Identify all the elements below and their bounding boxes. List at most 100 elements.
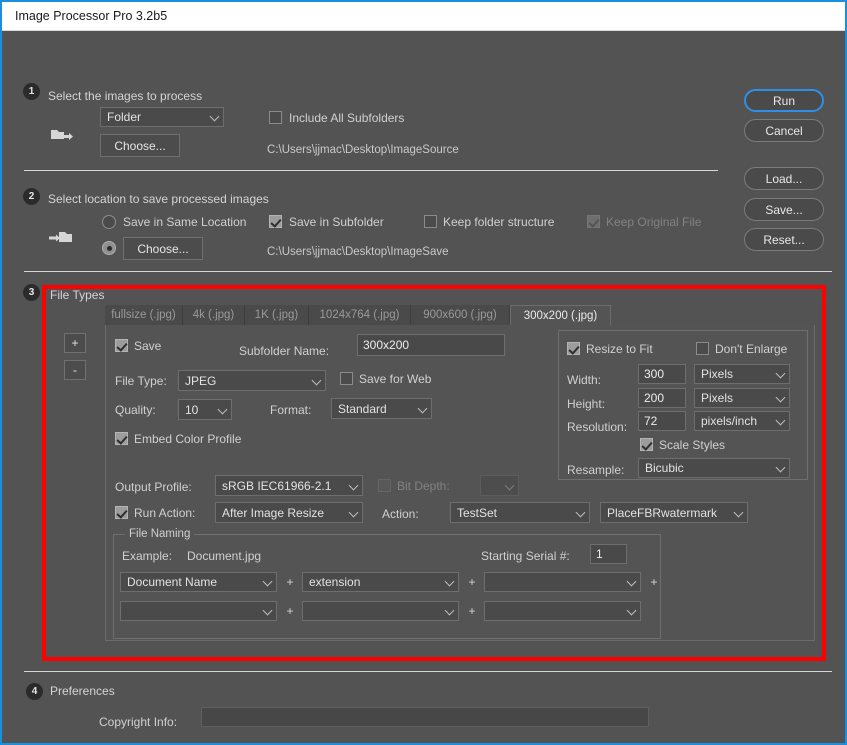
tab-900x600[interactable]: 900x600 (.jpg) xyxy=(411,305,510,325)
divider-2 xyxy=(24,271,832,272)
embed-color-profile-checkbox[interactable] xyxy=(115,432,128,445)
naming-token-1-value: Document Name xyxy=(127,575,218,589)
starting-serial-input[interactable]: 1 xyxy=(590,544,627,564)
tab-fullsize[interactable]: fullsize (.jpg) xyxy=(105,305,183,325)
choose-destination-button[interactable]: Choose... xyxy=(123,237,203,260)
action-set-select[interactable]: TestSet xyxy=(450,502,590,523)
tab-1k[interactable]: 1K (.jpg) xyxy=(245,305,309,325)
format-label: Format: xyxy=(270,403,312,417)
format-select[interactable]: Standard xyxy=(331,398,432,419)
save-same-location-radio[interactable] xyxy=(102,215,116,229)
divider-1 xyxy=(24,170,718,171)
naming-token-2-select[interactable]: extension xyxy=(302,572,459,592)
naming-token-5-select[interactable] xyxy=(302,601,459,621)
reset-button[interactable]: Reset... xyxy=(744,228,824,251)
load-button-label: Load... xyxy=(765,171,803,186)
step-3-badge: 3 xyxy=(23,284,40,301)
save-to-chosen-location-radio[interactable] xyxy=(102,241,116,255)
save-in-subfolder-label: Save in Subfolder xyxy=(289,215,384,229)
naming-token-1-select[interactable]: Document Name xyxy=(120,572,277,592)
keep-folder-structure-checkbox[interactable] xyxy=(424,215,437,228)
file-type-select[interactable]: JPEG xyxy=(178,370,326,391)
resolution-unit-select[interactable]: pixels/inch xyxy=(694,411,790,431)
chevron-down-icon xyxy=(775,462,786,473)
include-all-subfolders-label: Include All Subfolders xyxy=(289,111,405,125)
width-unit-select[interactable]: Pixels xyxy=(694,364,790,384)
naming-token-6-select[interactable] xyxy=(484,601,641,621)
naming-token-3-select[interactable] xyxy=(484,572,641,592)
resolution-label: Resolution: xyxy=(567,420,628,434)
file-naming-legend: File Naming xyxy=(125,528,195,540)
action-name-select[interactable]: PlaceFBRwatermark xyxy=(600,502,748,523)
cancel-button[interactable]: Cancel xyxy=(744,119,824,142)
reset-button-label: Reset... xyxy=(763,232,805,247)
resample-value: Bicubic xyxy=(645,461,684,475)
include-all-subfolders-checkbox[interactable] xyxy=(269,111,282,124)
bit-depth-label: Bit Depth: xyxy=(397,479,450,493)
tab-300x200[interactable]: 300x200 (.jpg) xyxy=(510,305,611,325)
height-label: Height: xyxy=(567,397,606,411)
quality-select[interactable]: 10 xyxy=(178,399,232,420)
run-action-timing-value: After Image Resize xyxy=(222,505,325,520)
run-action-checkbox[interactable] xyxy=(115,506,128,519)
resize-to-fit-label: Resize to Fit xyxy=(586,342,653,356)
resolution-value: 72 xyxy=(644,414,658,428)
action-set-value: TestSet xyxy=(457,505,498,520)
resolution-unit-value: pixels/inch xyxy=(701,414,758,428)
tab-label: 900x600 (.jpg) xyxy=(423,309,497,321)
scale-styles-checkbox[interactable] xyxy=(640,438,653,451)
naming-token-4-select[interactable] xyxy=(120,601,277,621)
run-action-timing-select[interactable]: After Image Resize xyxy=(215,502,363,523)
example-value: Document.jpg xyxy=(187,549,262,563)
file-type-label: File Type: xyxy=(115,374,167,388)
output-profile-select[interactable]: sRGB IEC61966-2.1 xyxy=(215,475,363,496)
resolution-input[interactable]: 72 xyxy=(638,411,686,431)
choose-destination-label: Choose... xyxy=(137,241,189,256)
output-profile-value: sRGB IEC61966-2.1 xyxy=(222,478,332,493)
choose-source-button[interactable]: Choose... xyxy=(100,134,180,157)
width-input[interactable]: 300 xyxy=(638,364,686,384)
chevron-down-icon xyxy=(348,507,359,517)
run-action-label: Run Action: xyxy=(134,506,196,520)
chevron-down-icon xyxy=(348,480,359,490)
copyright-info-input[interactable] xyxy=(201,707,649,727)
naming-plus-5: + xyxy=(468,604,476,618)
source-folder-icon xyxy=(51,130,73,140)
load-button[interactable]: Load... xyxy=(744,167,824,190)
dialog-body: Run Cancel Load... Save... Reset... 1 Se… xyxy=(2,31,845,743)
height-unit-value: Pixels xyxy=(701,391,734,405)
source-type-select[interactable]: Folder xyxy=(100,107,224,127)
format-value: Standard xyxy=(338,401,387,416)
remove-file-type-button[interactable]: - xyxy=(64,360,86,380)
step-2-title: Select location to save processed images xyxy=(48,192,269,206)
save-settings-button[interactable]: Save... xyxy=(744,198,824,221)
chevron-down-icon xyxy=(217,404,228,414)
run-button[interactable]: Run xyxy=(744,89,824,112)
add-file-type-button[interactable]: + xyxy=(64,333,86,353)
dont-enlarge-checkbox[interactable] xyxy=(696,342,709,355)
chevron-down-icon xyxy=(775,415,786,426)
bit-depth-checkbox xyxy=(378,479,391,492)
embed-color-profile-label: Embed Color Profile xyxy=(134,432,242,446)
dest-path-text: C:\Users\jjmac\Desktop\ImageSave xyxy=(267,246,449,258)
save-in-subfolder-checkbox[interactable] xyxy=(269,215,282,228)
save-filetype-checkbox[interactable] xyxy=(115,339,128,352)
save-filetype-label: Save xyxy=(134,339,162,353)
height-unit-select[interactable]: Pixels xyxy=(694,388,790,408)
subfolder-name-input[interactable]: 300x200 xyxy=(357,334,505,356)
tab-label: 1K (.jpg) xyxy=(254,309,299,321)
resize-to-fit-checkbox[interactable] xyxy=(567,342,580,355)
resample-select[interactable]: Bicubic xyxy=(638,458,790,478)
chevron-down-icon xyxy=(504,480,515,490)
tab-4k[interactable]: 4k (.jpg) xyxy=(183,305,245,325)
chevron-down-icon xyxy=(262,605,273,616)
step-3-title: File Types xyxy=(50,288,105,302)
quality-value: 10 xyxy=(185,402,199,417)
height-input[interactable]: 200 xyxy=(638,388,686,408)
subfolder-name-label: Subfolder Name: xyxy=(239,344,330,358)
save-for-web-checkbox[interactable] xyxy=(340,372,353,385)
add-file-type-label: + xyxy=(71,336,79,350)
quality-label: Quality: xyxy=(115,403,156,417)
starting-serial-value: 1 xyxy=(596,547,603,561)
tab-1024x764[interactable]: 1024x764 (.jpg) xyxy=(309,305,411,325)
